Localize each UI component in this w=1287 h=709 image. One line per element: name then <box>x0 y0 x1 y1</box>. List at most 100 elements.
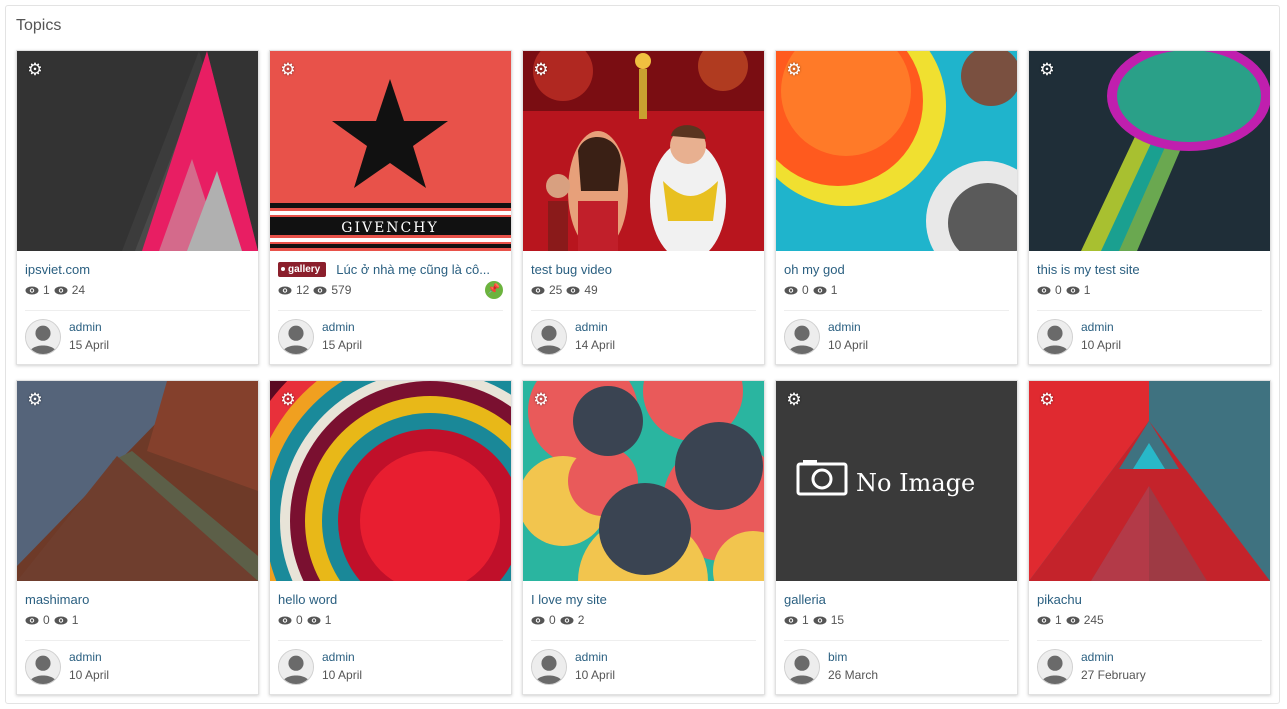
gear-icon[interactable]: ⚙ <box>279 391 297 409</box>
gear-icon[interactable]: ⚙ <box>1038 61 1056 79</box>
pin-icon: 📌 <box>485 281 503 299</box>
user-avatar-icon <box>532 650 566 684</box>
avatar[interactable] <box>784 649 820 685</box>
topic-image: GIVENCHY <box>270 51 511 251</box>
user-avatar-icon <box>26 320 60 354</box>
post-date: 10 April <box>828 338 869 352</box>
eye-icon <box>1037 616 1051 624</box>
views-count: 12 <box>296 283 310 297</box>
topic-card[interactable]: GIVENCHY ⚙ gallery Lúc ở nhà mẹ cũng là … <box>269 50 512 365</box>
post-date: 14 April <box>575 338 616 352</box>
topics-panel: Topics ⚙ ipsviet.com 1 24 admin 15 April… <box>5 5 1280 704</box>
author-name[interactable]: bim <box>828 650 847 664</box>
topic-title[interactable]: ipsviet.com <box>25 262 90 277</box>
topic-thumbnail[interactable]: ⚙ <box>270 381 511 581</box>
topic-title[interactable]: oh my god <box>784 262 845 277</box>
topic-card[interactable]: ⚙ oh my god 0 1 admin 10 April <box>775 50 1018 365</box>
topic-title[interactable]: test bug video <box>531 262 612 277</box>
author-name[interactable]: admin <box>69 320 102 334</box>
topic-thumbnail[interactable]: No Image ⚙ <box>776 381 1017 581</box>
eye-icon <box>278 286 292 294</box>
author-name[interactable]: admin <box>1081 650 1114 664</box>
topic-title[interactable]: Lúc ở nhà mẹ cũng là cô... <box>336 262 490 277</box>
gear-icon[interactable]: ⚙ <box>26 61 44 79</box>
views-count: 0 <box>802 283 809 297</box>
topic-stats: 12 579 <box>278 282 355 298</box>
topic-stats: 0 1 <box>784 282 841 298</box>
user-avatar-icon <box>785 320 819 354</box>
topic-card[interactable]: ⚙ this is my test site 0 1 admin 10 Apri… <box>1028 50 1271 365</box>
gear-icon[interactable]: ⚙ <box>785 391 803 409</box>
post-date: 15 April <box>69 338 110 352</box>
gear-icon[interactable]: ⚙ <box>532 61 550 79</box>
divider <box>278 310 503 311</box>
topic-card[interactable]: ⚙ mashimaro 0 1 admin 10 April <box>16 380 259 695</box>
author-name[interactable]: admin <box>322 320 355 334</box>
topic-thumbnail[interactable]: ⚙ <box>776 51 1017 251</box>
views-count: 25 <box>549 283 563 297</box>
avatar[interactable] <box>1037 649 1073 685</box>
author-name[interactable]: admin <box>69 650 102 664</box>
topic-thumbnail[interactable]: ⚙ <box>523 381 764 581</box>
topic-title[interactable]: this is my test site <box>1037 262 1140 277</box>
author-name[interactable]: admin <box>575 650 608 664</box>
avatar[interactable] <box>531 649 567 685</box>
gear-icon[interactable]: ⚙ <box>532 391 550 409</box>
replies-count: 24 <box>71 283 86 297</box>
topic-card[interactable]: ⚙ ipsviet.com 1 24 admin 15 April <box>16 50 259 365</box>
divider <box>1037 640 1262 641</box>
avatar[interactable] <box>278 319 314 355</box>
topic-title[interactable]: mashimaro <box>25 592 89 607</box>
topic-thumbnail[interactable]: GIVENCHY ⚙ <box>270 51 511 251</box>
gear-icon[interactable]: ⚙ <box>785 61 803 79</box>
gear-icon[interactable]: ⚙ <box>26 391 44 409</box>
avatar[interactable] <box>784 319 820 355</box>
topic-card[interactable]: ⚙ pikachu 1 245 admin 27 February <box>1028 380 1271 695</box>
topic-title-row: hello word <box>278 590 504 608</box>
avatar[interactable] <box>1037 319 1073 355</box>
topic-title[interactable]: pikachu <box>1037 592 1082 607</box>
eye-icon <box>531 286 545 294</box>
topic-image <box>776 51 1017 251</box>
topic-thumbnail[interactable]: ⚙ <box>17 381 258 581</box>
topic-thumbnail[interactable]: ⚙ <box>523 51 764 251</box>
topic-card[interactable]: ⚙ test bug video 25 49 admin 14 April <box>522 50 765 365</box>
divider <box>784 640 1009 641</box>
topic-card[interactable]: ⚙ I love my site 0 2 admin 10 April <box>522 380 765 695</box>
author-name[interactable]: admin <box>1081 320 1114 334</box>
topic-card[interactable]: ⚙ hello word 0 1 admin 10 April <box>269 380 512 695</box>
eye-icon <box>566 286 580 294</box>
views-count: 1 <box>802 613 809 627</box>
author-name[interactable]: admin <box>322 650 355 664</box>
topic-image <box>270 381 511 581</box>
topic-card[interactable]: No Image ⚙ galleria 1 15 bim 26 March <box>775 380 1018 695</box>
user-avatar-icon <box>785 650 819 684</box>
topic-title[interactable]: hello word <box>278 592 337 607</box>
eye-icon <box>1066 286 1080 294</box>
topic-stats: 1 245 <box>1037 612 1108 628</box>
topic-image <box>1029 381 1270 581</box>
topic-title-row: gallery Lúc ở nhà mẹ cũng là cô... <box>278 260 504 278</box>
gallery-tag[interactable]: gallery <box>278 261 327 277</box>
topic-thumbnail[interactable]: ⚙ <box>1029 381 1270 581</box>
gear-icon[interactable]: ⚙ <box>279 61 297 79</box>
post-date: 10 April <box>69 668 110 682</box>
author-name[interactable]: admin <box>575 320 608 334</box>
topic-thumbnail[interactable]: ⚙ <box>1029 51 1270 251</box>
eye-icon <box>531 616 545 624</box>
user-avatar-icon <box>1038 650 1072 684</box>
author-name[interactable]: admin <box>828 320 861 334</box>
avatar[interactable] <box>25 319 61 355</box>
avatar[interactable] <box>278 649 314 685</box>
replies-count: 2 <box>577 613 585 627</box>
topic-title[interactable]: I love my site <box>531 592 607 607</box>
topic-title-row: test bug video <box>531 260 757 278</box>
gear-icon[interactable]: ⚙ <box>1038 391 1056 409</box>
avatar[interactable] <box>25 649 61 685</box>
avatar[interactable] <box>531 319 567 355</box>
topics-grid: ⚙ ipsviet.com 1 24 admin 15 April GIVENC… <box>16 50 1272 700</box>
topic-thumbnail[interactable]: ⚙ <box>17 51 258 251</box>
topic-title[interactable]: galleria <box>784 592 826 607</box>
panel-title: Topics <box>16 17 62 34</box>
user-avatar-icon <box>26 650 60 684</box>
